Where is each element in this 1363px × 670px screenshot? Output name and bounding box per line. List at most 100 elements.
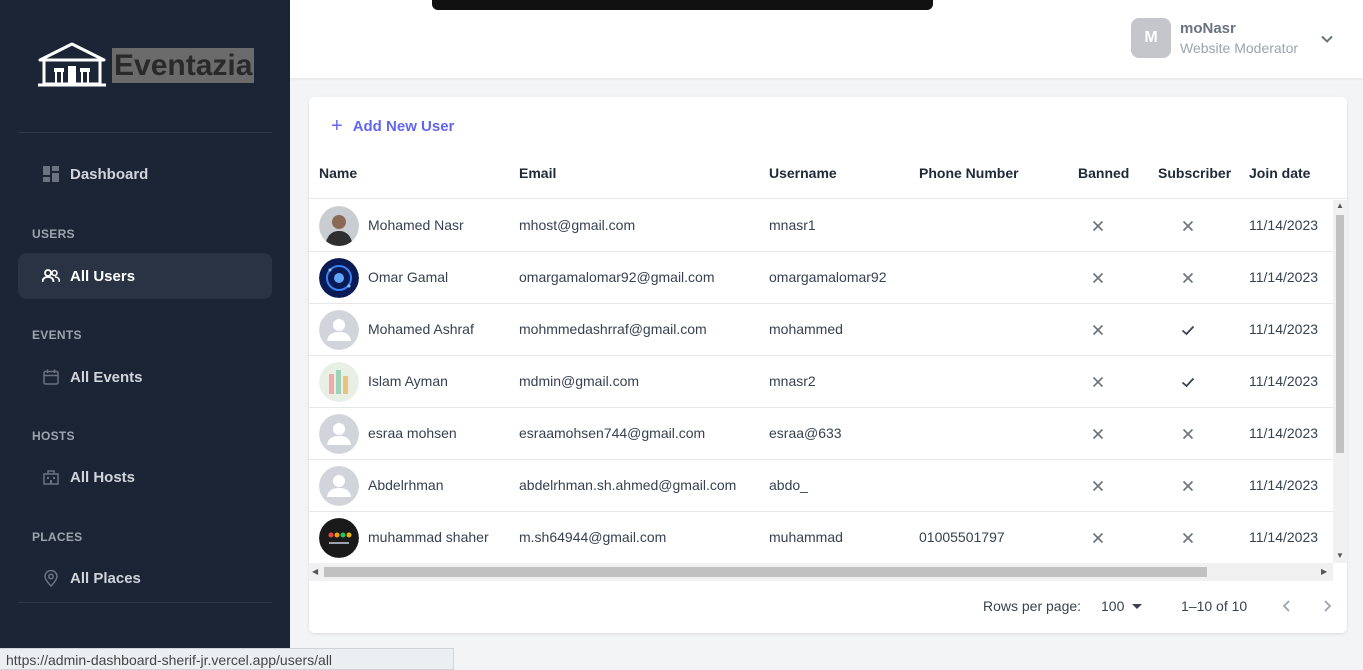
- cell-username: mnasr1: [769, 217, 816, 233]
- cell-name: esraa mohsen: [368, 425, 457, 441]
- user-avatar[interactable]: M: [1131, 18, 1171, 58]
- table-row[interactable]: Mohamed Ashraf mohmmedashrraf@gmail.com mo…: [309, 304, 1333, 356]
- dashboard-icon: [42, 165, 60, 183]
- rows-per-page-select[interactable]: 100: [1101, 598, 1124, 614]
- cell-name: Abdelrhman: [368, 477, 444, 493]
- sidebar-divider: [18, 602, 272, 603]
- table-header: Name Email Username Phone Number Banned …: [309, 145, 1347, 199]
- user-name[interactable]: moNasr: [1180, 20, 1236, 37]
- section-title-hosts: HOSTS: [32, 429, 75, 443]
- users-table-card: + Add New User Name Email Username Phone…: [309, 97, 1347, 633]
- cell-name: Mohamed Nasr: [368, 217, 464, 233]
- cell-name: Mohamed Ashraf: [368, 321, 474, 337]
- column-header-email[interactable]: Email: [519, 165, 556, 181]
- table-row[interactable]: esraa mohsen esraamohsen744@gmail.com esra…: [309, 408, 1333, 460]
- scrollbar-thumb[interactable]: [324, 567, 1207, 577]
- scroll-up-icon[interactable]: ▲: [1336, 201, 1344, 210]
- cell-email: mohmmedashrraf@gmail.com: [519, 321, 707, 337]
- cross-icon: [1180, 530, 1196, 546]
- brand-name: Eventazia: [112, 47, 255, 83]
- cross-icon: [1090, 270, 1106, 286]
- users-icon: [42, 267, 60, 285]
- section-title-places: PLACES: [32, 530, 83, 544]
- location-pin-icon: [42, 569, 60, 587]
- cross-icon: [1090, 426, 1106, 442]
- cell-name: muhammad shaher: [368, 529, 489, 545]
- avatar: [319, 362, 359, 402]
- table-row[interactable]: Islam Ayman mdmin@gmail.com mnasr2 11/14/20…: [309, 356, 1333, 408]
- browser-status-url: https://admin-dashboard-sherif-jr.vercel…: [0, 648, 454, 670]
- add-new-user-label: Add New User: [352, 117, 455, 135]
- next-page-icon[interactable]: [1317, 596, 1337, 616]
- vertical-scrollbar[interactable]: ▲ ▼: [1333, 200, 1347, 563]
- horizontal-scrollbar[interactable]: ◀ ▶: [309, 563, 1333, 581]
- column-header-subscriber[interactable]: Subscriber: [1158, 165, 1231, 181]
- column-header-phone[interactable]: Phone Number: [919, 165, 1019, 181]
- cell-username: mnasr2: [769, 373, 816, 389]
- check-icon: [1180, 322, 1196, 338]
- scroll-down-icon[interactable]: ▼: [1336, 551, 1344, 560]
- calendar-icon: [42, 368, 60, 386]
- brand-logo[interactable]: Eventazia: [36, 42, 255, 88]
- avatar: [319, 414, 359, 454]
- column-header-banned[interactable]: Banned: [1078, 165, 1129, 181]
- column-header-name[interactable]: Name: [319, 165, 357, 181]
- sidebar-item-label: All Users: [70, 267, 136, 285]
- scrollbar-thumb[interactable]: [1336, 215, 1344, 453]
- plus-icon: +: [331, 115, 343, 137]
- sidebar-item-all-users[interactable]: All Users: [18, 253, 272, 299]
- cell-email: esraamohsen744@gmail.com: [519, 425, 706, 441]
- cell-username: omargamalomar92: [769, 269, 887, 285]
- table-row[interactable]: muhammad shaher m.sh64944@gmail.com muhamm…: [309, 512, 1333, 563]
- caret-down-icon[interactable]: [1132, 604, 1142, 609]
- table-row[interactable]: Mohamed Nasr mhost@gmail.com mnasr1 11/14/2…: [309, 200, 1333, 252]
- sidebar-item-all-hosts[interactable]: All Hosts: [18, 454, 272, 500]
- column-header-username[interactable]: Username: [769, 165, 837, 181]
- table-row[interactable]: Abdelrhman abdelrhman.sh.ahmed@gmail.com a…: [309, 460, 1333, 512]
- cell-join-date: 11/14/2023: [1249, 269, 1319, 285]
- cell-username: mohammed: [769, 321, 843, 337]
- cell-join-date: 11/14/2023: [1249, 425, 1319, 441]
- cross-icon: [1090, 218, 1106, 234]
- section-title-events: EVENTS: [32, 328, 82, 342]
- cell-email: omargamalomar92@gmail.com: [519, 269, 715, 285]
- scroll-right-icon[interactable]: ▶: [1321, 567, 1327, 576]
- cell-email: mdmin@gmail.com: [519, 373, 640, 389]
- cell-username: esraa@633: [769, 425, 842, 441]
- cell-join-date: 11/14/2023: [1249, 529, 1319, 545]
- sidebar-item-dashboard[interactable]: Dashboard: [18, 151, 272, 197]
- add-new-user-button[interactable]: + Add New User: [327, 112, 458, 140]
- column-header-join-date[interactable]: Join date: [1249, 165, 1310, 181]
- sidebar-item-label: All Events: [70, 368, 143, 386]
- top-bar: [290, 0, 1363, 78]
- cross-icon: [1090, 478, 1106, 494]
- cross-icon: [1090, 374, 1106, 390]
- previous-page-icon[interactable]: [1277, 596, 1297, 616]
- cell-name: Omar Gamal: [368, 269, 449, 285]
- avatar: [319, 466, 359, 506]
- browser-overlay-bar: [432, 0, 933, 10]
- chevron-down-icon[interactable]: [1318, 30, 1336, 48]
- cell-join-date: 11/14/2023: [1249, 373, 1319, 389]
- cell-name: Islam Ayman: [368, 373, 448, 389]
- scroll-left-icon[interactable]: ◀: [312, 567, 318, 576]
- cross-icon: [1090, 322, 1106, 338]
- table-body: Mohamed Nasr mhost@gmail.com mnasr1 11/14/2…: [309, 200, 1333, 563]
- avatar: [319, 310, 359, 350]
- section-title-users: USERS: [32, 227, 75, 241]
- table-row[interactable]: Omar Gamal omargamalomar92@gmail.com omarg…: [309, 252, 1333, 304]
- cell-username: abdo_: [769, 477, 808, 493]
- sidebar-item-all-places[interactable]: All Places: [18, 555, 272, 601]
- sidebar-item-label: Dashboard: [70, 165, 149, 183]
- cross-icon: [1090, 530, 1106, 546]
- sidebar-divider: [18, 132, 272, 133]
- sidebar: Eventazia Dashboard USERS All Users EVEN…: [0, 0, 290, 670]
- cell-email: m.sh64944@gmail.com: [519, 529, 667, 545]
- cross-icon: [1180, 270, 1196, 286]
- sidebar-item-label: All Hosts: [70, 468, 136, 486]
- avatar: [319, 518, 359, 558]
- cell-email: mhost@gmail.com: [519, 217, 636, 233]
- sidebar-item-all-events[interactable]: All Events: [18, 354, 272, 400]
- tent-logo-icon: [38, 42, 106, 87]
- cell-phone: 01005501797: [919, 529, 1005, 545]
